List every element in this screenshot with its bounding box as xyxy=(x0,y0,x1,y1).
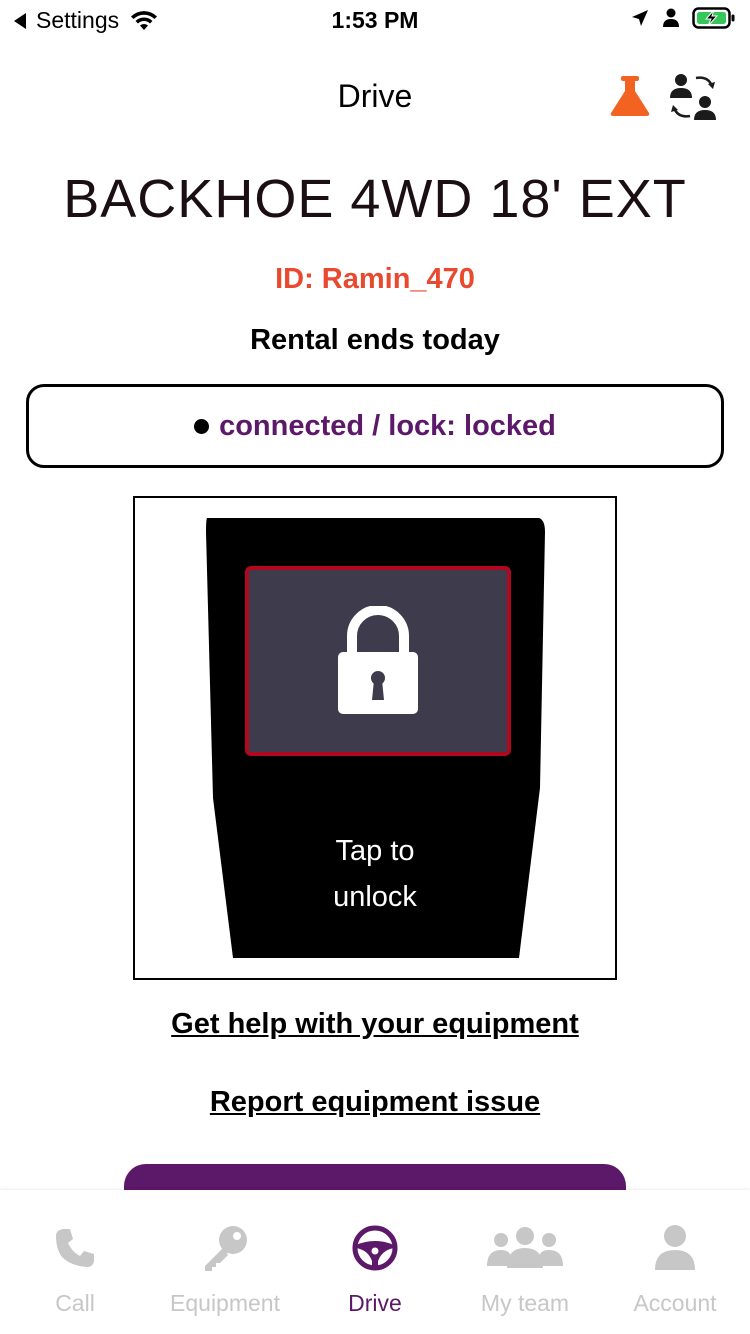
team-icon xyxy=(487,1227,563,1268)
back-app-label: Settings xyxy=(36,7,120,33)
location-arrow-icon xyxy=(632,10,648,26)
help-link[interactable]: Get help with your equipment xyxy=(0,1008,750,1041)
flask-icon xyxy=(610,76,650,116)
tab-account-label: Account xyxy=(633,1290,717,1316)
tab-account[interactable]: Account xyxy=(600,1190,750,1334)
tab-my-team-label: My team xyxy=(480,1290,570,1316)
battery-charging-icon xyxy=(692,7,735,29)
rental-status: Rental ends today xyxy=(250,324,500,356)
person-icon xyxy=(663,8,679,27)
tab-call-label: Call xyxy=(55,1290,95,1316)
equipment-id: ID: Ramin_470 xyxy=(275,263,475,295)
equipment-name: BACKHOE 4WD 18' EXT xyxy=(63,169,687,229)
lock-button[interactable] xyxy=(245,566,511,756)
tab-my-team[interactable]: My team xyxy=(450,1190,600,1334)
team-switch-icon xyxy=(670,74,716,120)
unlock-panel[interactable]: Tap to unlock xyxy=(133,496,617,980)
tab-equipment[interactable]: Equipment xyxy=(150,1190,300,1334)
connection-status-text: connected / lock: locked xyxy=(219,409,556,442)
tap-to-unlock-label: Tap to unlock xyxy=(333,835,417,913)
team-switch-button[interactable] xyxy=(666,70,720,124)
padlock-icon xyxy=(338,606,418,714)
steering-wheel-icon xyxy=(352,1225,398,1271)
flask-button[interactable] xyxy=(608,74,652,118)
phone-icon xyxy=(56,1229,94,1267)
report-issue-link[interactable]: Report equipment issue xyxy=(0,1086,750,1119)
status-bar: Settings 1:53 PM xyxy=(0,0,750,40)
status-indicators xyxy=(630,6,736,30)
key-icon xyxy=(205,1226,247,1271)
nav-header: Drive xyxy=(0,60,750,140)
tab-equipment-label: Equipment xyxy=(170,1290,280,1316)
tab-call[interactable]: Call xyxy=(0,1190,150,1334)
connection-status-box: connected / lock: locked xyxy=(26,384,724,468)
tab-bar: Call Equipment Drive My team Account xyxy=(0,1190,750,1334)
tab-drive[interactable]: Drive xyxy=(300,1190,450,1334)
account-icon xyxy=(655,1225,695,1270)
connection-dot-icon xyxy=(194,418,210,434)
back-arrow-icon xyxy=(14,12,26,29)
wifi-icon xyxy=(131,10,158,30)
back-to-app[interactable]: Settings xyxy=(14,7,159,34)
tab-drive-label: Drive xyxy=(348,1290,402,1316)
